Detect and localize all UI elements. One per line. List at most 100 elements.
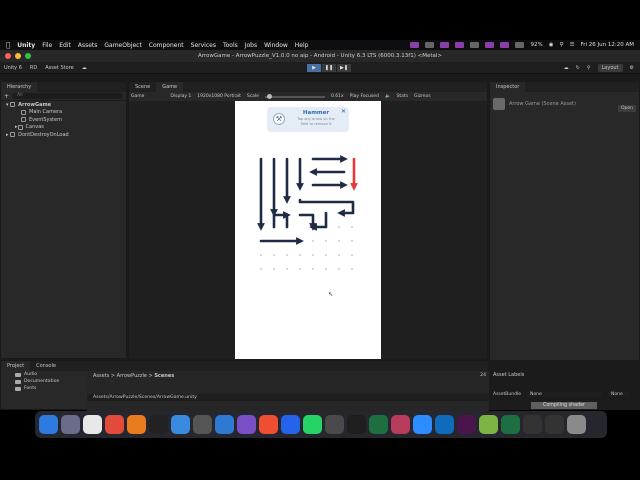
dock-app-icon[interactable] <box>391 415 410 434</box>
arrow[interactable] <box>298 213 317 231</box>
play-button[interactable]: ▶ <box>307 64 321 72</box>
dock-app-icon[interactable] <box>237 415 256 434</box>
dock-app-icon[interactable] <box>171 415 190 434</box>
dock-app-icon[interactable] <box>259 415 278 434</box>
status-app-icon[interactable] <box>485 42 495 48</box>
menu-tools[interactable]: Tools <box>223 42 238 49</box>
status-app-icon[interactable] <box>470 42 480 48</box>
dock-app-icon[interactable] <box>215 415 234 434</box>
cloud-icon[interactable]: ☁ <box>82 65 87 71</box>
menu-component[interactable]: Component <box>149 42 184 49</box>
asset-bundle-dropdown[interactable]: None <box>526 392 602 397</box>
status-app-icon[interactable] <box>455 42 465 48</box>
menu-services[interactable]: Services <box>191 42 216 49</box>
folder-item[interactable]: Fonts <box>1 385 86 392</box>
battery-icon[interactable] <box>515 42 525 48</box>
display-dropdown[interactable]: Display 1 <box>170 94 191 99</box>
hierarchy-item[interactable]: ▾ ArrowGame <box>1 101 126 109</box>
hierarchy-search-input[interactable]: All <box>12 93 123 99</box>
menu-file[interactable]: File <box>42 42 52 49</box>
arrow[interactable] <box>309 211 328 231</box>
status-app-icon[interactable] <box>410 42 420 48</box>
asset-labels-header[interactable]: Asset Labels <box>490 370 640 380</box>
dock-app-icon[interactable] <box>347 415 366 434</box>
arrow[interactable] <box>298 198 355 217</box>
history-icon[interactable]: ↻ <box>576 65 580 71</box>
dock-app-icon[interactable] <box>479 415 498 434</box>
account-button[interactable]: RD <box>30 65 37 71</box>
play-focused-dropdown[interactable]: Play Focused <box>350 94 379 99</box>
open-button[interactable]: Open <box>617 105 636 112</box>
menu-window[interactable]: Window <box>264 42 288 49</box>
breadcrumb-item[interactable]: Assets <box>93 373 109 379</box>
dock-app-icon[interactable] <box>39 415 58 434</box>
tab-scene[interactable]: Scene <box>129 82 156 92</box>
folder-item[interactable]: Documentation <box>1 378 86 385</box>
dock-app-icon[interactable] <box>325 415 344 434</box>
menu-assets[interactable]: Assets <box>78 42 98 49</box>
asset-store-button[interactable]: Asset Store <box>45 65 73 71</box>
menubar-status-area: 92% ◉ ⚲ ☰ Fri 26 Jun 12:20 AM <box>410 42 634 48</box>
dock-app-icon[interactable] <box>567 415 586 434</box>
dock-app-icon[interactable] <box>435 415 454 434</box>
menu-help[interactable]: Help <box>295 42 309 49</box>
asset-bundle-variant-dropdown[interactable]: None <box>607 392 630 397</box>
unity-version-button[interactable]: Unity 6 <box>4 65 22 71</box>
folder-icon <box>15 372 21 377</box>
collab-icon[interactable]: ☁ <box>564 65 569 71</box>
dock-app-icon[interactable] <box>303 415 322 434</box>
gizmos-button[interactable]: Gizmos <box>414 94 431 99</box>
hierarchy-item[interactable]: Main Camera <box>1 109 126 117</box>
pause-button[interactable]: ❚❚ <box>322 64 336 72</box>
folder-item[interactable]: Audio <box>1 371 86 378</box>
dock-app-icon[interactable] <box>83 415 102 434</box>
search-icon[interactable]: ⚲ <box>560 42 564 48</box>
dock-app-icon[interactable] <box>501 415 520 434</box>
apple-menu-icon[interactable]:  <box>6 41 10 49</box>
game-screen[interactable]: ⚒ Hammer Tap any arrow on the field to r… <box>235 101 381 359</box>
hierarchy-item[interactable]: ▸ DontDestroyOnLoad <box>1 131 126 139</box>
tab-inspector[interactable]: Inspector <box>490 82 526 92</box>
dock-app-icon[interactable] <box>193 415 212 434</box>
mute-audio-icon[interactable]: 🔈 <box>385 94 391 99</box>
game-mode-dropdown[interactable]: Game <box>131 94 144 99</box>
tab-game[interactable]: Game <box>156 82 184 92</box>
dock-app-icon[interactable] <box>281 415 300 434</box>
menu-gameobject[interactable]: GameObject <box>104 42 141 49</box>
clock[interactable]: Fri 26 Jun 12:20 AM <box>581 42 635 48</box>
puzzle-board[interactable] <box>235 101 381 359</box>
dock-app-icon[interactable] <box>105 415 124 434</box>
dock-app-icon[interactable] <box>545 415 564 434</box>
control-center-icon[interactable]: ☰ <box>570 42 575 48</box>
dock-app-icon[interactable] <box>61 415 80 434</box>
dock-app-icon[interactable] <box>127 415 146 434</box>
dock-app-icon[interactable] <box>413 415 432 434</box>
menu-jobs[interactable]: Jobs <box>245 42 257 49</box>
dock-app-icon[interactable] <box>369 415 388 434</box>
dock-app-icon[interactable] <box>457 415 476 434</box>
breadcrumb-item[interactable]: Scenes <box>154 373 174 379</box>
dock-app-icon[interactable] <box>149 415 168 434</box>
add-icon[interactable]: + <box>4 93 9 100</box>
scale-slider[interactable] <box>264 93 325 99</box>
step-button[interactable]: ▶❚ <box>337 64 351 72</box>
tab-console[interactable]: Console <box>30 361 62 371</box>
hierarchy-item[interactable]: EventSystem <box>1 116 126 124</box>
dock-app-icon[interactable] <box>523 415 542 434</box>
menu-unity[interactable]: Unity <box>17 42 35 49</box>
layout-dropdown[interactable]: Layout <box>597 64 623 72</box>
settings-icon[interactable]: ⚙ <box>630 65 634 71</box>
arrow[interactable] <box>272 211 291 229</box>
wifi-icon[interactable]: ◉ <box>549 42 554 48</box>
status-app-icon[interactable] <box>440 42 450 48</box>
status-app-icon[interactable] <box>500 42 510 48</box>
breadcrumb-item[interactable]: ArrowPuzzle <box>117 373 147 379</box>
tab-hierarchy[interactable]: Hierarchy <box>1 82 38 92</box>
tab-project[interactable]: Project <box>1 361 31 371</box>
menu-edit[interactable]: Edit <box>59 42 71 49</box>
stats-button[interactable]: Stats <box>397 94 409 99</box>
hierarchy-item[interactable]: ▸ Canvas <box>1 124 126 132</box>
resolution-dropdown[interactable]: 1920x1080 Portrait <box>197 94 241 99</box>
status-app-icon[interactable] <box>425 42 435 48</box>
search-icon[interactable]: ⚲ <box>587 65 591 71</box>
